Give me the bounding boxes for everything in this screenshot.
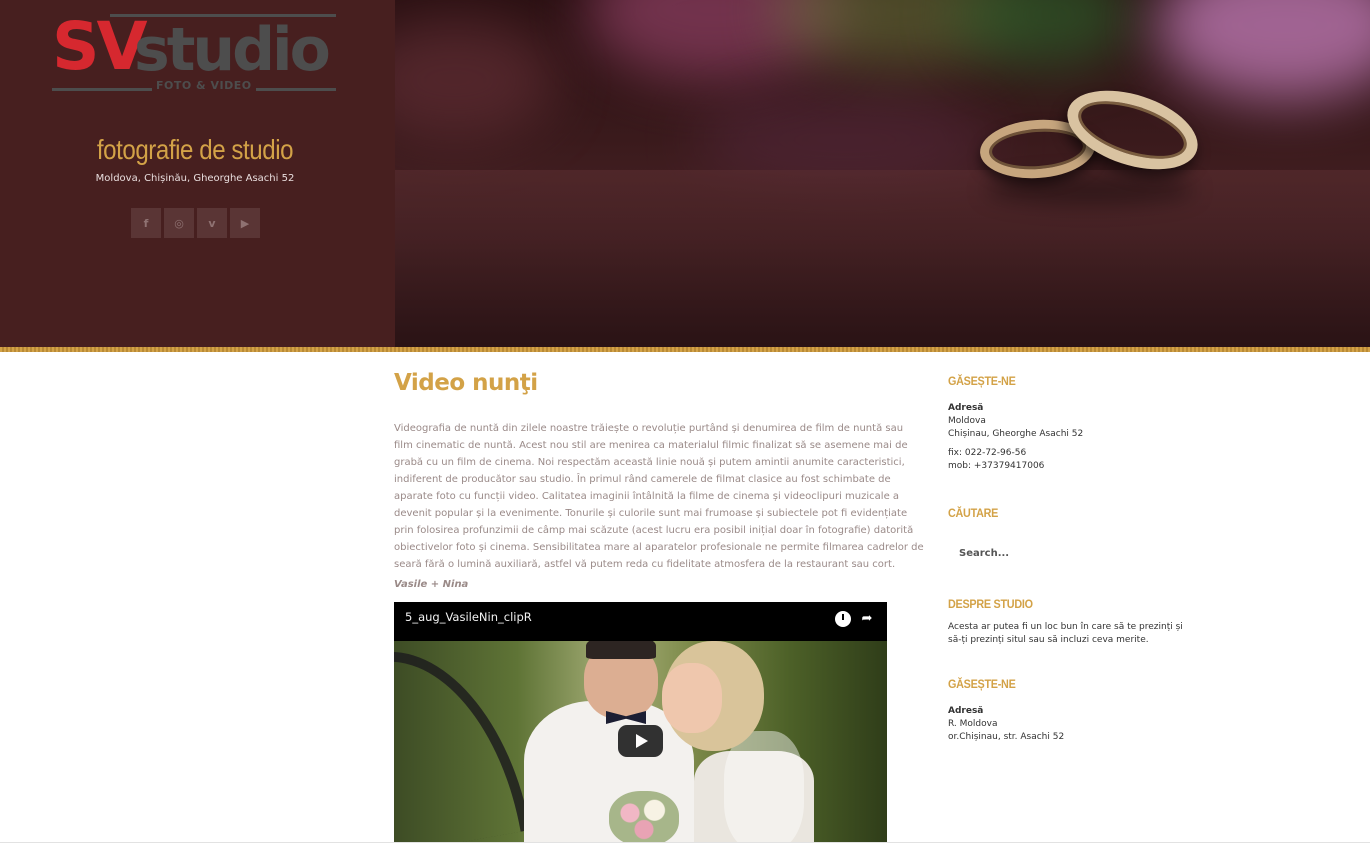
site-header: SV studio FOTO & VIDEO fotografie de stu… [0, 0, 1370, 347]
hero-bokeh [955, 0, 1135, 70]
address-line: Chișinau, Gheorghe Asachi 52 [948, 429, 1084, 439]
logo-text-sv: SV [52, 8, 148, 85]
video-caption: Vasile + Nina [394, 579, 469, 590]
phone-fix: fix: 022-72-96-56 [948, 448, 1027, 458]
video-title[interactable]: 5_aug_VasileNin_clipR [405, 610, 532, 624]
page-title: Video nunţi [394, 370, 538, 396]
brand-panel: SV studio FOTO & VIDEO fotografie de stu… [0, 0, 395, 347]
site-address: Moldova, Chișinău, Gheorghe Asachi 52 [95, 173, 295, 184]
logo-subtitle: FOTO & VIDEO [152, 79, 256, 92]
widget-title: DESPRE STUDIO [948, 597, 1033, 611]
phone-block: fix: 022-72-96-56 mob: +37379417006 [948, 447, 1083, 473]
hero-image-wedding-rings [395, 0, 1370, 347]
thumbnail-veil [724, 731, 804, 842]
hero-bokeh [1155, 0, 1370, 100]
address-label: Adresă [948, 706, 984, 716]
ring-shadow [985, 175, 1195, 205]
address-block: Adresă R. Moldova or.Chișinau, str. Asac… [948, 705, 1064, 744]
thumbnail-railing [394, 632, 531, 842]
widget-about: DESPRE STUDIO Acesta ar putea fi un loc … [948, 597, 1193, 647]
youtube-icon[interactable]: ▶ [230, 208, 260, 238]
site-title[interactable]: fotografie de studio [27, 134, 362, 166]
watch-later-icon[interactable] [835, 611, 851, 627]
facebook-icon[interactable]: f [131, 208, 161, 238]
about-text: Acesta ar putea fi un loc bun în care să… [948, 622, 1183, 645]
article-body: Videografia de nuntă din zilele noastre … [394, 423, 924, 570]
widget-search: CĂUTARE [948, 506, 1193, 566]
hero-bokeh [395, 20, 555, 140]
thumbnail-bouquet [609, 791, 679, 842]
video-title-bar: 5_aug_VasileNin_clipR ➦ [394, 602, 887, 641]
page-bottom-rule [0, 842, 1370, 843]
address-block: Adresă Moldova Chișinau, Gheorghe Asachi… [948, 402, 1083, 441]
widget-find-us: GĂSEȘTE-NE Adresă Moldova Chișinau, Gheo… [948, 374, 1083, 473]
widget-title: GĂSEȘTE-NE [948, 677, 1016, 691]
header-divider [0, 347, 1370, 352]
address-line: or.Chișinau, str. Asachi 52 [948, 732, 1065, 742]
address-label: Adresă [948, 403, 984, 413]
instagram-icon[interactable]: ◎ [164, 208, 194, 238]
hero-table-surface [395, 170, 1370, 347]
wedding-ring [1057, 75, 1208, 185]
share-icon[interactable]: ➦ [859, 611, 875, 627]
address-line: R. Moldova [948, 719, 998, 729]
phone-mobile: mob: +37379417006 [948, 461, 1045, 471]
widget-title: GĂSEȘTE-NE [948, 374, 1016, 388]
main-content: Video nunţi Videografia de nuntă din zil… [394, 370, 924, 590]
search-input[interactable] [948, 540, 1188, 566]
logo-text-studio: studio [134, 15, 331, 85]
embedded-video-player[interactable]: 5_aug_VasileNin_clipR ➦ [394, 602, 887, 842]
vimeo-icon[interactable]: v [197, 208, 227, 238]
widget-title: CĂUTARE [948, 506, 999, 520]
social-links: f ◎ v ▶ [131, 208, 260, 238]
site-logo[interactable]: SV studio FOTO & VIDEO [52, 12, 338, 94]
play-button-icon[interactable] [618, 725, 663, 757]
address-line: Moldova [948, 416, 986, 426]
thumbnail-bride-face [662, 663, 722, 733]
widget-find-us-2: GĂSEȘTE-NE Adresă R. Moldova or.Chișinau… [948, 677, 1064, 744]
